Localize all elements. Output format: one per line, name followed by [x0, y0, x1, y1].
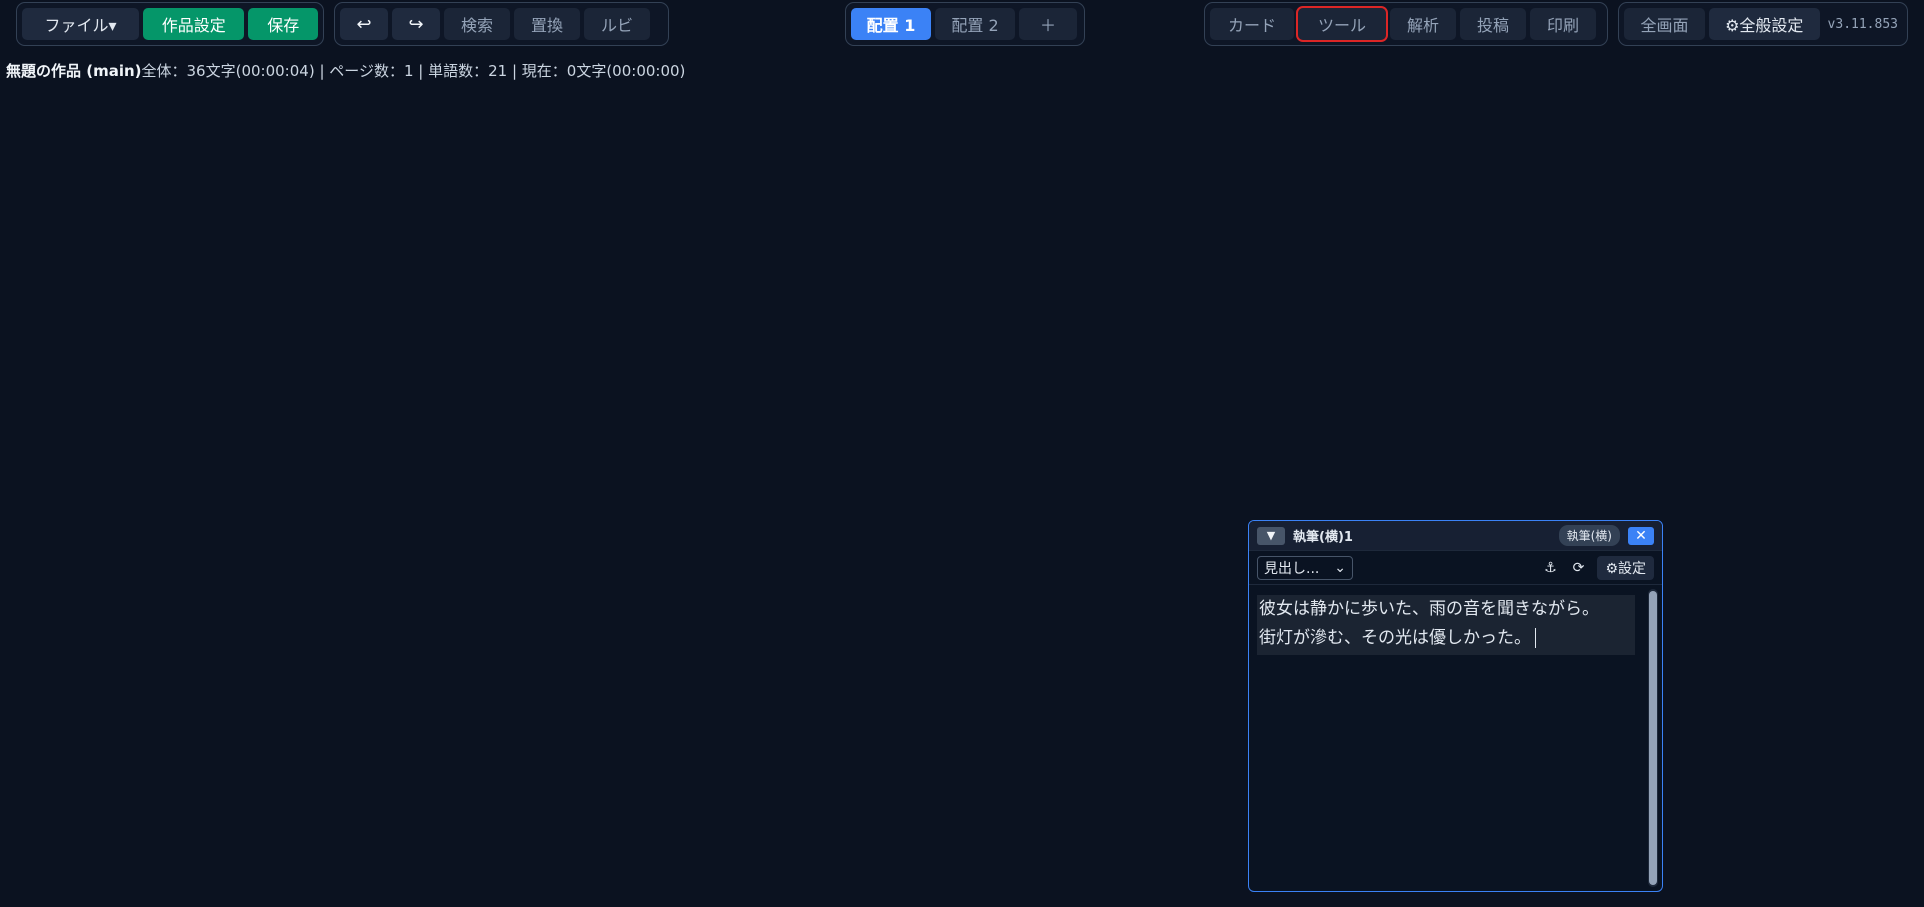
- redo-icon[interactable]: ↪: [392, 8, 440, 40]
- tool-button[interactable]: ツール: [1296, 6, 1388, 42]
- version-label: v3.11.853: [1827, 16, 1898, 32]
- editor-line-text: 街灯が滲む、その光は優しかった。: [1259, 628, 1531, 648]
- add-layout-button[interactable]: ＋: [1019, 8, 1077, 40]
- panel-settings-button[interactable]: ⚙設定: [1597, 555, 1654, 580]
- panel-header[interactable]: ▼ 執筆(横)1 執筆(横) ✕: [1249, 521, 1662, 551]
- heading-select-value: 見出し...: [1264, 560, 1320, 577]
- editor-line: 彼女は静かに歩いた、雨の音を聞きながら。: [1259, 599, 1599, 619]
- search-button[interactable]: 検索: [444, 8, 510, 40]
- print-button[interactable]: 印刷: [1530, 8, 1596, 40]
- undo-icon[interactable]: ↩: [340, 8, 388, 40]
- work-stats: 全体：36文字(00:00:04) | ページ数：1 | 単語数：21 | 現在…: [141, 62, 686, 80]
- replace-button[interactable]: 置換: [514, 8, 580, 40]
- ruby-button[interactable]: ルビ: [584, 8, 650, 40]
- text-caret: [1535, 628, 1536, 648]
- editor-line: 街灯が滲む、その光は優しかった。: [1259, 624, 1633, 653]
- work-title: 無題の作品 (main): [6, 62, 142, 80]
- view-group: 全画面 ⚙全般設定 v3.11.853: [1618, 2, 1908, 46]
- panel-toolbar: 見出し... ⌄ ⚓ ⟳ ⚙設定: [1249, 551, 1662, 585]
- collapse-icon[interactable]: ▼: [1257, 526, 1285, 545]
- scrollbar[interactable]: [1648, 589, 1658, 887]
- status-line: 無題の作品 (main)全体：36文字(00:00:04) | ページ数：1 |…: [6, 60, 685, 81]
- panel-mode-badge: 執筆(横): [1558, 525, 1620, 546]
- tools-group: カード ツール 解析 投稿 印刷: [1204, 2, 1608, 46]
- edit-group: ↩ ↪ 検索 置換 ルビ: [334, 2, 669, 46]
- file-group: ファイル▾ 作品設定 保存: [16, 2, 324, 46]
- save-button[interactable]: 保存: [248, 8, 318, 40]
- layout-group: 配置 1 配置 2 ＋: [845, 2, 1085, 46]
- panel-title: 執筆(横)1: [1293, 530, 1353, 545]
- scrollbar-thumb[interactable]: [1649, 591, 1657, 885]
- refresh-icon[interactable]: ⟳: [1569, 560, 1587, 576]
- close-icon[interactable]: ✕: [1628, 526, 1654, 545]
- general-settings-button[interactable]: ⚙全般設定: [1708, 8, 1820, 40]
- work-settings-button[interactable]: 作品設定: [143, 8, 245, 40]
- anchor-icon[interactable]: ⚓: [1541, 560, 1559, 576]
- card-button[interactable]: カード: [1210, 8, 1294, 40]
- analysis-button[interactable]: 解析: [1390, 8, 1456, 40]
- chevron-down-icon: ⌄: [1334, 559, 1346, 576]
- text-editor[interactable]: 彼女は静かに歩いた、雨の音を聞きながら。 街灯が滲む、その光は優しかった。: [1257, 595, 1635, 655]
- fullscreen-button[interactable]: 全画面: [1624, 8, 1705, 40]
- tab-layout-1[interactable]: 配置 1: [851, 8, 931, 40]
- heading-select[interactable]: 見出し... ⌄: [1257, 555, 1353, 580]
- file-menu-button[interactable]: ファイル▾: [22, 8, 140, 40]
- tab-layout-2[interactable]: 配置 2: [935, 8, 1015, 40]
- writing-panel: ▼ 執筆(横)1 執筆(横) ✕ 見出し... ⌄ ⚓ ⟳ ⚙設定 彼女は静かに…: [1248, 520, 1663, 892]
- post-button[interactable]: 投稿: [1460, 8, 1526, 40]
